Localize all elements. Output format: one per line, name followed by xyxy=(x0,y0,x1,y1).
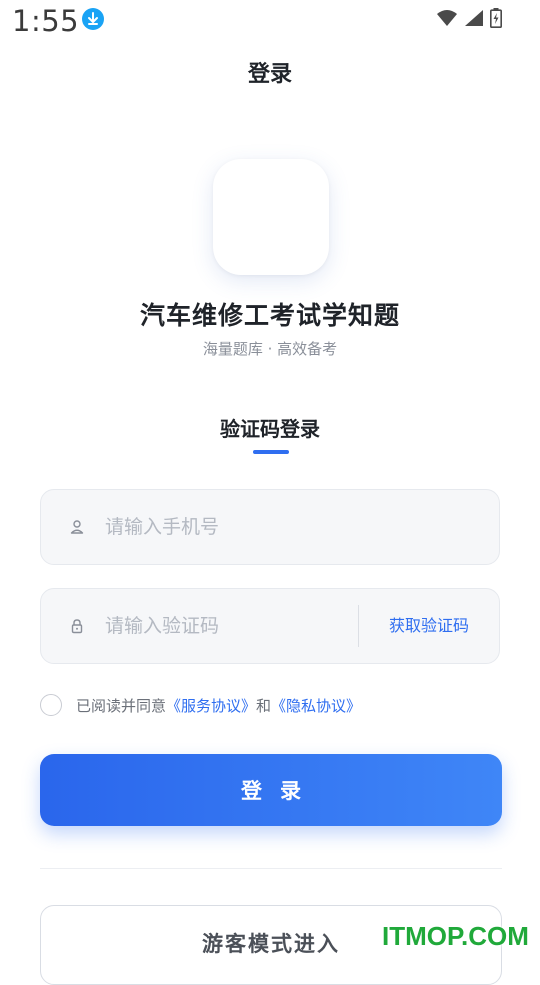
phone-field[interactable] xyxy=(40,489,500,565)
watermark: ITMOP.COM xyxy=(382,921,529,951)
status-bar: 1:55 xyxy=(0,0,540,44)
app-logo xyxy=(213,159,329,275)
app-slogan: 海量题库 · 高效备考 xyxy=(202,340,338,358)
agreement-and: 和 xyxy=(256,696,272,715)
page-title: 登录 xyxy=(247,62,292,87)
status-time: 1:55 xyxy=(12,4,80,38)
code-field[interactable]: 获取验证码 xyxy=(40,588,500,664)
signal-icon xyxy=(464,9,484,31)
phone-input[interactable] xyxy=(105,506,475,548)
battery-icon xyxy=(490,8,502,32)
download-icon xyxy=(82,8,104,30)
service-agreement-link[interactable]: 《服务协议》 xyxy=(166,695,256,716)
agreement-checkbox[interactable] xyxy=(40,694,62,716)
privacy-agreement-link[interactable]: 《隐私协议》 xyxy=(271,695,361,716)
app-name: 汽车维修工考试学知题 xyxy=(139,301,400,330)
user-icon xyxy=(69,519,85,535)
lock-icon xyxy=(69,618,85,634)
tab-sms-login[interactable]: 验证码登录 xyxy=(0,413,540,442)
divider xyxy=(40,868,502,869)
tab-active-indicator xyxy=(253,450,289,454)
login-button[interactable]: 登录 xyxy=(40,754,502,826)
agreement-prefix: 已阅读并同意 xyxy=(76,696,167,715)
status-icons xyxy=(436,8,502,32)
get-code-button[interactable]: 获取验证码 xyxy=(359,589,499,663)
wifi-icon xyxy=(436,9,458,31)
agreement-row: 已阅读并同意 《服务协议》 和 《隐私协议》 xyxy=(40,692,361,718)
code-input[interactable] xyxy=(105,605,345,647)
